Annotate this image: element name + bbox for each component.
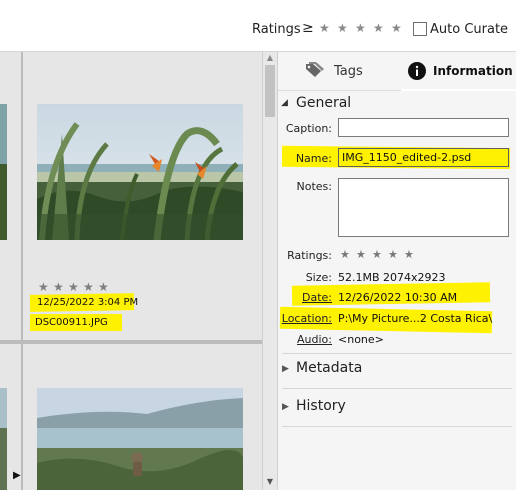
size-value: 52.1MB 2074x2923 — [338, 271, 446, 284]
date-link[interactable]: Date: — [278, 291, 332, 304]
thumbnail-partial-top-left[interactable] — [0, 104, 7, 240]
metadata-expand-arrow-icon[interactable]: ▶ — [282, 364, 289, 374]
ratings-filter-star-2[interactable]: ★ — [337, 21, 348, 35]
filter-bar: Ratings ≥ ★ ★ ★ ★ ★ Auto Curate — [0, 0, 516, 52]
auto-curate-checkbox[interactable] — [413, 22, 427, 36]
thumbnail-rating-star-5[interactable]: ★ — [98, 280, 109, 294]
name-label: Name: — [295, 152, 332, 165]
ratings-filter-label: Ratings — [252, 22, 301, 37]
info-panel: Tags Information ◢ General Caption: Name… — [277, 52, 516, 490]
tab-tags[interactable]: Tags — [334, 64, 363, 79]
name-value: IMG_1150_edited-2.psd — [342, 151, 472, 164]
tab-information-active-indicator — [401, 89, 516, 91]
audio-value: <none> — [338, 333, 384, 346]
ratings-filter-star-5[interactable]: ★ — [391, 21, 402, 35]
ratings-label: Ratings: — [287, 249, 332, 262]
history-section-header[interactable]: History — [296, 398, 346, 414]
thumbnail-rating-star-4[interactable]: ★ — [83, 280, 94, 294]
thumbnail-filename: DSC00911.JPG — [35, 317, 108, 328]
tab-information[interactable]: Information — [433, 64, 513, 78]
notes-field[interactable] — [338, 178, 509, 237]
location-value: P:\My Picture...2 Costa Rica\ — [338, 312, 493, 325]
thumbnail-image-2[interactable] — [37, 388, 243, 490]
thumbnail-rating-star-2[interactable]: ★ — [53, 280, 64, 294]
thumbnail-rating-star-1[interactable]: ★ — [38, 280, 49, 294]
rating-star-4[interactable]: ★ — [388, 248, 398, 261]
ratings-filter-star-3[interactable]: ★ — [355, 21, 366, 35]
thumbnail-image[interactable] — [37, 104, 243, 240]
general-section-header[interactable]: General — [296, 95, 351, 111]
caption-label: Caption: — [285, 122, 332, 135]
name-field[interactable]: IMG_1150_edited-2.psd — [338, 148, 509, 167]
rating-star-2[interactable]: ★ — [356, 248, 366, 261]
rating-star-1[interactable]: ★ — [340, 248, 350, 261]
caption-field[interactable] — [338, 118, 509, 137]
ratings-filter-star-4[interactable]: ★ — [373, 21, 384, 35]
section-divider — [282, 353, 512, 354]
auto-curate-label[interactable]: Auto Curate — [430, 22, 508, 37]
info-icon[interactable] — [408, 62, 426, 80]
rating-star-5[interactable]: ★ — [404, 248, 414, 261]
scroll-up-arrow-icon[interactable]: ▲ — [263, 52, 277, 64]
ratings-filter-star-1[interactable]: ★ — [319, 21, 330, 35]
history-expand-arrow-icon[interactable]: ▶ — [282, 402, 289, 412]
rating-star-3[interactable]: ★ — [372, 248, 382, 261]
thumbnail-partial-bottom-left[interactable] — [0, 388, 7, 490]
thumbnail-rating-star-3[interactable]: ★ — [68, 280, 79, 294]
expand-arrow-icon[interactable]: ▶ — [13, 470, 21, 481]
section-divider — [282, 388, 512, 389]
general-collapse-arrow-icon[interactable]: ◢ — [281, 98, 288, 108]
grid-scrollbar[interactable]: ▲ ▼ — [262, 52, 277, 490]
ratings-operator-dropdown[interactable]: ≥ — [302, 20, 314, 36]
thumbnail-date: 12/25/2022 3:04 PM — [37, 297, 139, 308]
grid-divider-horizontal — [0, 340, 262, 344]
metadata-section-header[interactable]: Metadata — [296, 360, 362, 376]
section-divider — [282, 426, 512, 427]
tag-icon[interactable] — [304, 62, 324, 78]
grid-divider-vertical — [21, 52, 23, 490]
notes-label: Notes: — [296, 180, 332, 193]
location-link[interactable]: Location: — [278, 312, 332, 325]
size-label: Size: — [305, 271, 332, 284]
media-grid: ★ ★ ★ ★ ★ 12/25/2022 3:04 PM DSC00911.JP… — [0, 52, 262, 490]
date-value: 12/26/2022 10:30 AM — [338, 291, 458, 304]
scroll-down-arrow-icon[interactable]: ▼ — [263, 476, 277, 488]
scrollbar-thumb[interactable] — [265, 65, 275, 117]
audio-link[interactable]: Audio: — [278, 333, 332, 346]
